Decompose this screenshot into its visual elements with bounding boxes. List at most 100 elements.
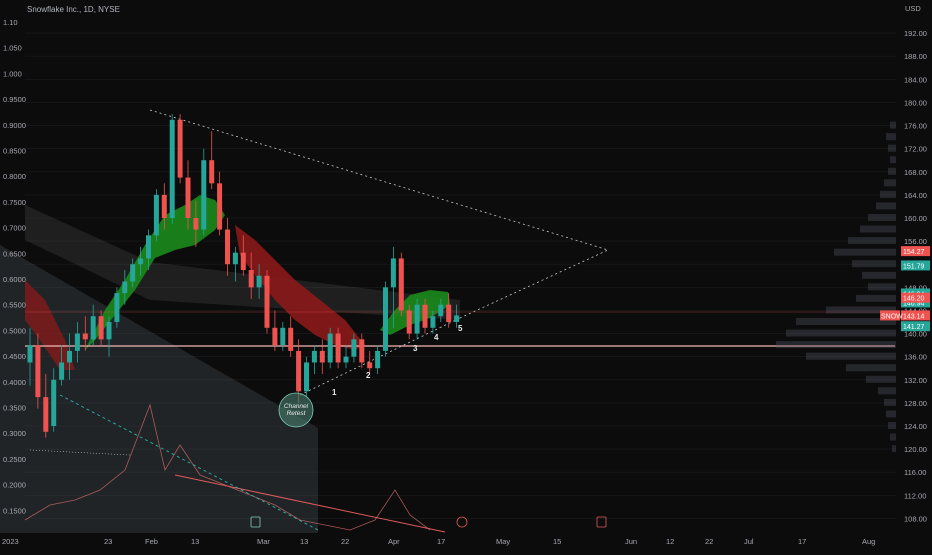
- volume-profile-bar: [846, 364, 896, 372]
- left-axis-tick: 0.2000: [3, 481, 26, 490]
- candle-body: [311, 350, 317, 363]
- candle-body: [114, 293, 120, 322]
- price-badge: 151.79: [901, 260, 930, 271]
- price-badge: 141.27: [901, 321, 930, 332]
- price-chart[interactable]: Channel Retest 1 2 3 4 5 1.10 1.050 1.000 0…: [0, 0, 932, 550]
- candle-body: [398, 258, 404, 311]
- right-axis-tick: 116.00: [904, 468, 926, 477]
- chart-container[interactable]: Channel Retest 1 2 3 4 5 1.10 1.050 1.000 0…: [0, 0, 932, 550]
- left-axis-tick: 1.050: [3, 44, 22, 53]
- candle-body: [367, 362, 373, 369]
- right-axis-tick: 192.00: [904, 29, 927, 38]
- volume-profile-bar: [868, 283, 896, 291]
- candle-body: [319, 350, 325, 363]
- svg-text:154.27: 154.27: [903, 249, 925, 256]
- left-axis-tick: 0.5000: [3, 326, 26, 335]
- candle-body: [454, 315, 460, 322]
- candle-body: [27, 345, 33, 363]
- volume-profile-bar: [876, 202, 896, 210]
- right-axis-tick: 124.00: [904, 422, 927, 431]
- candle-body: [414, 304, 420, 334]
- candle-body: [59, 362, 65, 380]
- candle-body: [201, 160, 207, 230]
- volume-profile-bar: [862, 271, 896, 279]
- left-axis-tick: 0.1500: [3, 506, 26, 515]
- volume-profile-bar: [834, 248, 896, 256]
- channel-retest-label-1: Channel: [284, 403, 309, 410]
- left-axis-tick: 0.7500: [3, 198, 26, 207]
- volume-profile-bar: [888, 167, 896, 175]
- symbol-tag: SNOW: [880, 310, 903, 321]
- wave-label-5: 5: [458, 324, 463, 333]
- svg-text:141.27: 141.27: [903, 324, 925, 331]
- channel-retest-label-2: Retest: [287, 410, 307, 417]
- right-axis-tick: 180.00: [904, 98, 927, 107]
- left-axis-tick: 1.000: [3, 69, 22, 78]
- x-axis-tick: 17: [437, 537, 445, 546]
- left-axis-tick: 0.9000: [3, 121, 26, 130]
- volume-profile-bar: [866, 375, 896, 383]
- volume-profile-bar: [890, 433, 896, 441]
- volume-profile-bar: [776, 341, 896, 349]
- candle-body: [177, 119, 183, 178]
- candle-body: [240, 252, 246, 270]
- x-axis-tick: Jun: [625, 537, 637, 546]
- candle-body: [138, 258, 144, 265]
- left-axis-tick: 0.8000: [3, 172, 26, 181]
- x-axis-tick: Mar: [257, 537, 270, 546]
- left-axis-tick: 0.8500: [3, 147, 26, 156]
- candle-body: [280, 327, 286, 346]
- candle-body: [153, 194, 159, 236]
- candle-body: [383, 287, 388, 351]
- candle-body: [209, 160, 215, 184]
- volume-profile-bar: [878, 387, 896, 395]
- price-badge: 154.27: [901, 246, 930, 257]
- left-axis-tick: 0.3500: [3, 404, 26, 413]
- candle-body: [98, 316, 104, 340]
- left-axis-tick: 0.6500: [3, 249, 26, 258]
- x-axis-tick: Aug: [862, 537, 875, 546]
- volume-profile-bar: [886, 410, 896, 418]
- candle-body: [146, 235, 151, 259]
- candle-body: [359, 339, 365, 363]
- symbol-title: Snowflake Inc., 1D, NYSE: [27, 5, 120, 14]
- x-axis-tick: 22: [705, 537, 713, 546]
- x-axis-tick: 23: [104, 537, 112, 546]
- candle-body: [272, 327, 278, 346]
- x-axis-tick: Feb: [145, 537, 158, 546]
- volume-profile-bar: [890, 121, 896, 129]
- candle-body: [51, 379, 57, 426]
- candle-body: [430, 316, 436, 328]
- right-axis-tick: 168.00: [904, 168, 927, 177]
- right-axis-unit: USD: [905, 4, 921, 13]
- candle-body: [106, 322, 112, 340]
- volume-profile-bar: [848, 237, 896, 245]
- candle-body: [169, 119, 175, 218]
- wave-label-4: 4: [434, 333, 439, 342]
- volume-profile-bar: [856, 294, 896, 302]
- candle-body: [217, 183, 223, 230]
- right-axis-tick: 176.00: [904, 122, 927, 131]
- right-axis-tick: 172.00: [904, 145, 927, 154]
- right-axis-tick: 128.00: [904, 399, 927, 408]
- candle-body: [343, 356, 349, 363]
- right-axis-tick: 188.00: [904, 52, 927, 61]
- volume-profile-bar: [884, 398, 896, 406]
- candle-body: [185, 177, 191, 218]
- candle-body: [288, 327, 294, 351]
- x-axis-tick: May: [496, 537, 510, 546]
- x-axis-tick: 15: [553, 537, 561, 546]
- price-badge: 146.20: [901, 292, 930, 303]
- left-axis-tick: 0.4500: [3, 352, 26, 361]
- svg-text:151.79: 151.79: [903, 263, 925, 270]
- candle-body: [35, 345, 41, 398]
- volume-profile-bar: [786, 329, 896, 337]
- right-axis-tick: 132.00: [904, 376, 927, 385]
- left-axis-tick: 0.2500: [3, 455, 26, 464]
- candle-body: [193, 218, 199, 230]
- x-axis-tick: Jul: [744, 537, 754, 546]
- volume-profile-bar: [890, 156, 896, 164]
- x-axis-tick: 13: [191, 537, 199, 546]
- candle-body: [74, 333, 80, 351]
- right-axis-tick: 108.00: [904, 514, 927, 523]
